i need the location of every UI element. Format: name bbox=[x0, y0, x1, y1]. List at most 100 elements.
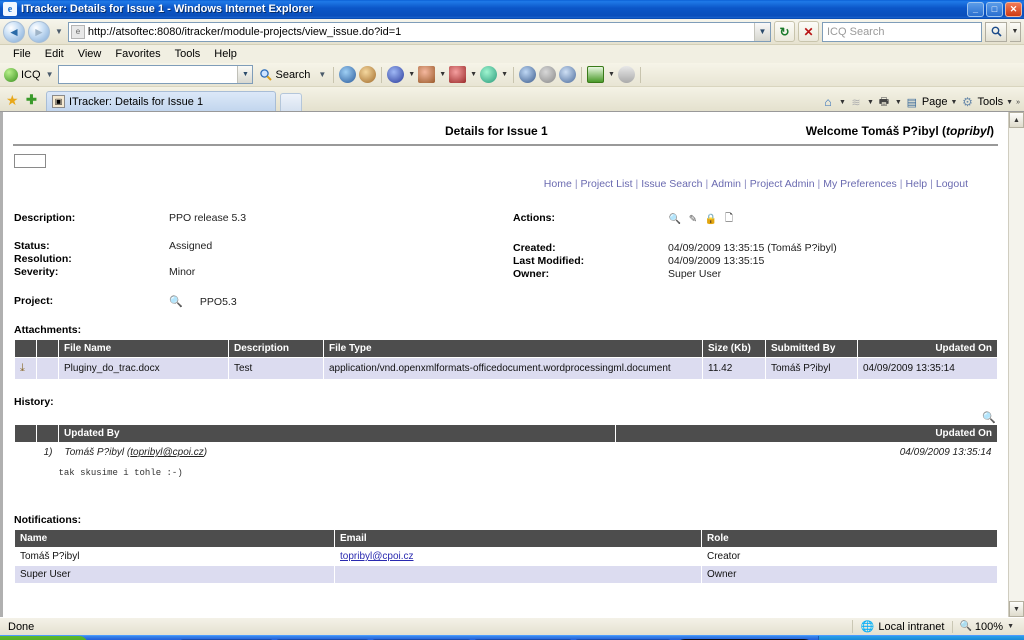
lock-issue-icon[interactable]: 🔒 bbox=[704, 212, 718, 226]
home-icon[interactable]: ⌂ bbox=[820, 94, 836, 110]
project-name[interactable]: PPO5.3 bbox=[188, 296, 237, 308]
col-role[interactable]: Role bbox=[701, 529, 998, 548]
new-issue-icon[interactable]: 🗋 bbox=[722, 212, 736, 226]
project-view-icon[interactable]: 🔍 bbox=[169, 295, 185, 308]
print-dropdown-icon[interactable]: ▼ bbox=[895, 99, 902, 106]
col-description[interactable]: Description bbox=[228, 339, 324, 358]
address-input[interactable]: http://atsoftec:8080/itracker/module-pro… bbox=[88, 26, 751, 38]
icq-search-dropdown-caret[interactable]: ▼ bbox=[316, 70, 328, 79]
page-menu-label[interactable]: Page bbox=[922, 96, 948, 108]
nav-link-project-admin[interactable]: Project Admin bbox=[750, 178, 815, 190]
tools-menu-label[interactable]: Tools bbox=[977, 96, 1003, 108]
feeds-icon[interactable]: ≋ bbox=[848, 94, 864, 110]
print-icon[interactable]: 🖶 bbox=[876, 94, 892, 110]
download-icon[interactable]: ⤓ bbox=[20, 362, 25, 374]
close-button[interactable]: ✕ bbox=[1005, 1, 1022, 17]
search-go-icon[interactable] bbox=[985, 21, 1007, 42]
back-button[interactable]: ◄ bbox=[3, 20, 25, 43]
address-bar[interactable]: e http://atsoftec:8080/itracker/module-p… bbox=[67, 21, 771, 42]
icq-search-input[interactable]: ▼ bbox=[58, 65, 254, 84]
icq-search-value[interactable] bbox=[59, 66, 237, 83]
icq-games-icon[interactable] bbox=[480, 66, 498, 83]
nav-link-my-preferences[interactable]: My Preferences bbox=[823, 178, 897, 190]
col-submitted-by[interactable]: Submitted By bbox=[765, 339, 858, 358]
icq-find-user-icon[interactable] bbox=[539, 66, 557, 83]
icq-flower-icon[interactable] bbox=[4, 67, 18, 82]
icq-label[interactable]: ICQ bbox=[21, 69, 41, 81]
icq-search-button[interactable]: Search bbox=[256, 68, 313, 81]
chevron-down-icon[interactable]: ▼ bbox=[501, 71, 508, 78]
menu-file[interactable]: File bbox=[6, 47, 38, 61]
attachment-download-cell[interactable]: ⤓ bbox=[14, 357, 37, 380]
search-dropdown-icon[interactable]: ▼ bbox=[1010, 21, 1021, 42]
chevron-down-icon[interactable]: ▼ bbox=[408, 71, 415, 78]
col-updated-on[interactable]: Updated On bbox=[615, 424, 998, 443]
add-history-icon[interactable]: 🔍 bbox=[14, 411, 998, 424]
nav-link-logout[interactable]: Logout bbox=[936, 178, 968, 190]
col-email[interactable]: Email bbox=[334, 529, 702, 548]
page-icon[interactable]: ▤ bbox=[904, 94, 920, 110]
col-updated-by[interactable]: Updated By bbox=[58, 424, 616, 443]
menu-favorites[interactable]: Favorites bbox=[108, 47, 167, 61]
col-file-name[interactable]: File Name bbox=[58, 339, 229, 358]
menu-view[interactable]: View bbox=[71, 47, 109, 61]
browser-tab-itracker[interactable]: ▣ ITracker: Details for Issue 1 bbox=[46, 91, 276, 111]
feeds-dropdown-icon[interactable]: ▼ bbox=[867, 99, 874, 106]
nav-link-home[interactable]: Home bbox=[544, 178, 572, 190]
icq-globe-icon[interactable] bbox=[339, 66, 357, 83]
view-issue-icon[interactable]: 🔍 bbox=[668, 212, 682, 226]
icq-news-icon[interactable] bbox=[449, 66, 467, 83]
menu-tools[interactable]: Tools bbox=[168, 47, 208, 61]
start-button[interactable]: start bbox=[0, 635, 88, 640]
favorites-center-icon[interactable]: ★ bbox=[6, 92, 22, 108]
icq-contacts-icon[interactable] bbox=[359, 66, 377, 83]
commandbar-overflow-icon[interactable]: » bbox=[1016, 99, 1020, 106]
search-input[interactable]: ICQ Search bbox=[827, 26, 981, 38]
minimize-button[interactable]: _ bbox=[967, 1, 984, 17]
col-size[interactable]: Size (Kb) bbox=[702, 339, 766, 358]
forward-button[interactable]: ► bbox=[28, 20, 50, 43]
small-text-input[interactable] bbox=[14, 154, 46, 168]
attachment-file-name[interactable]: Pluginy_do_trac.docx bbox=[58, 357, 229, 380]
icq-protection-icon[interactable] bbox=[587, 66, 605, 83]
gear-icon[interactable]: ⚙ bbox=[959, 94, 975, 110]
scroll-up-button[interactable]: ▲ bbox=[1009, 112, 1024, 128]
zoom-dropdown-icon[interactable]: ▼ bbox=[1007, 623, 1014, 630]
window-titlebar[interactable]: e ITracker: Details for Issue 1 - Window… bbox=[0, 0, 1024, 19]
icq-messages-icon[interactable] bbox=[387, 66, 405, 83]
security-zone[interactable]: 🌐 Local intranet bbox=[851, 620, 953, 633]
chevron-down-icon[interactable]: ▼ bbox=[608, 71, 615, 78]
nav-link-help[interactable]: Help bbox=[906, 178, 928, 190]
tools-dropdown-icon[interactable]: ▼ bbox=[1006, 99, 1013, 106]
col-file-type[interactable]: File Type bbox=[323, 339, 703, 358]
scrollbar-track[interactable] bbox=[1009, 128, 1024, 601]
stop-button[interactable]: ✕ bbox=[798, 21, 819, 42]
new-tab-button[interactable] bbox=[280, 93, 302, 111]
icq-dropdown-icon[interactable]: ▼ bbox=[44, 70, 56, 79]
col-updated-on[interactable]: Updated On bbox=[857, 339, 998, 358]
col-name[interactable]: Name bbox=[14, 529, 335, 548]
home-dropdown-icon[interactable]: ▼ bbox=[839, 99, 846, 106]
icq-pointer-icon[interactable] bbox=[617, 66, 635, 83]
search-box[interactable]: ICQ Search bbox=[822, 21, 982, 42]
refresh-button[interactable]: ↻ bbox=[774, 21, 795, 42]
nav-link-project-list[interactable]: Project List bbox=[581, 178, 633, 190]
chevron-down-icon[interactable]: ▼ bbox=[439, 71, 446, 78]
icq-search-dropdown-icon[interactable]: ▼ bbox=[237, 66, 253, 83]
nav-link-admin[interactable]: Admin bbox=[711, 178, 741, 190]
add-to-favorites-icon[interactable]: ✚ bbox=[26, 92, 42, 108]
page-dropdown-icon[interactable]: ▼ bbox=[951, 99, 958, 106]
vertical-scrollbar[interactable]: ▲ ▼ bbox=[1008, 112, 1024, 617]
menu-edit[interactable]: Edit bbox=[38, 47, 71, 61]
address-dropdown-icon[interactable]: ▼ bbox=[754, 22, 770, 41]
maximize-button[interactable]: □ bbox=[986, 1, 1003, 17]
edit-issue-icon[interactable]: ✎ bbox=[686, 212, 700, 226]
notification-email[interactable]: topribyl@cpoi.cz bbox=[340, 551, 414, 562]
history-dropdown-icon[interactable]: ▼ bbox=[53, 27, 65, 36]
icq-add-user-icon[interactable] bbox=[519, 66, 537, 83]
chevron-down-icon[interactable]: ▼ bbox=[470, 71, 477, 78]
icq-user-info-icon[interactable] bbox=[559, 66, 577, 83]
scroll-down-button[interactable]: ▼ bbox=[1009, 601, 1024, 617]
nav-link-issue-search[interactable]: Issue Search bbox=[641, 178, 702, 190]
history-user-email[interactable]: topribyl@cpoi.cz bbox=[130, 447, 204, 458]
